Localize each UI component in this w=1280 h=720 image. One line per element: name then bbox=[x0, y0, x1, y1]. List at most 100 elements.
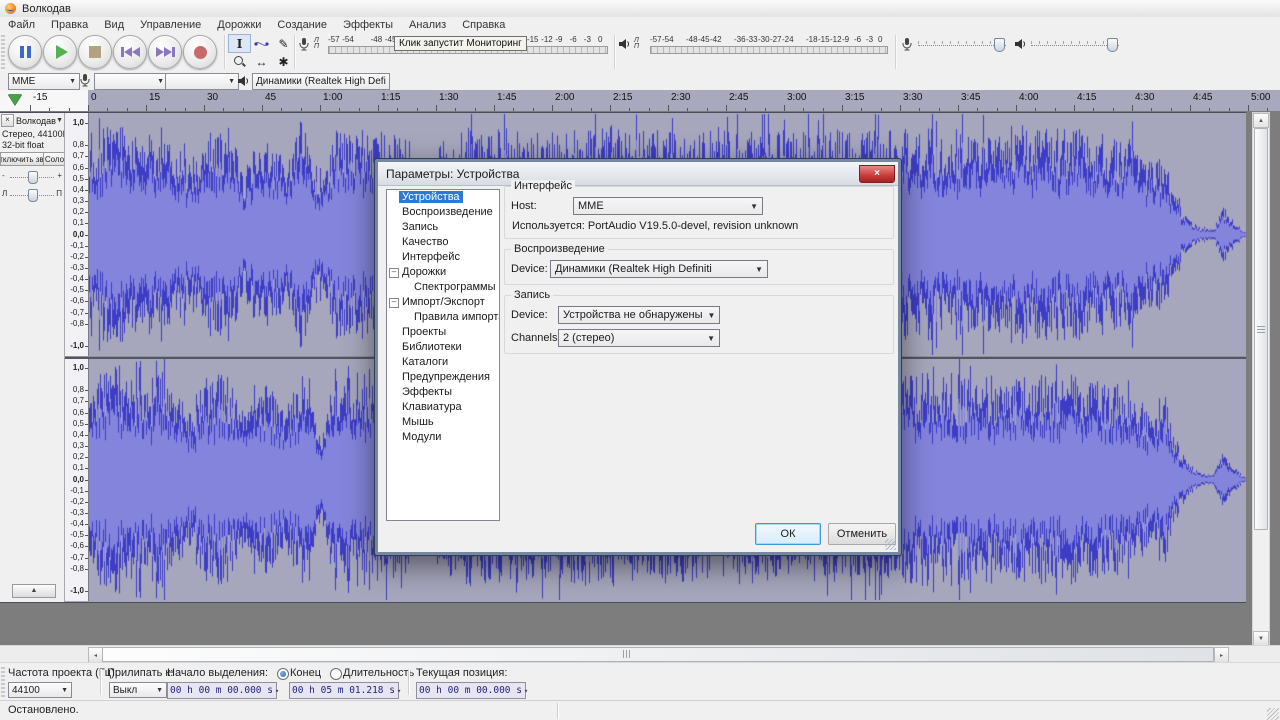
menu-item-3[interactable]: Вид bbox=[96, 17, 132, 33]
record-button[interactable] bbox=[183, 35, 217, 69]
scroll-up-arrow-icon[interactable] bbox=[1253, 113, 1269, 128]
playback-device-combobox[interactable]: Динамики (Realtek High Defi bbox=[252, 73, 390, 90]
vertical-ruler-left-channel[interactable]: 1,00,80,70,60,50,40,30,20,10,0-0,1-0,2-0… bbox=[65, 113, 89, 356]
output-volume-thumb[interactable] bbox=[1107, 38, 1118, 52]
tree-item-label[interactable]: Интерфейс bbox=[399, 251, 463, 263]
vertical-scrollbar[interactable] bbox=[1252, 112, 1270, 647]
gain-thumb[interactable] bbox=[28, 171, 38, 184]
menu-item-9[interactable]: Справка bbox=[454, 17, 513, 33]
menu-item-4[interactable]: Управление bbox=[132, 17, 209, 33]
timeline-ruler[interactable]: -1501530451:001:151:301:452:002:152:302:… bbox=[0, 90, 1280, 112]
tree-item-label[interactable]: Клавиатура bbox=[399, 401, 465, 413]
recording-device-combobox[interactable]: Устройства не обнаружены bbox=[558, 306, 720, 324]
draw-tool-button[interactable]: ✎ bbox=[272, 34, 295, 53]
track-close-button[interactable] bbox=[1, 114, 14, 127]
dialog-resize-grip[interactable] bbox=[885, 539, 896, 550]
playback-meter[interactable]: ЛП -57-54-48-45-42-36-33-30-27-24-18-15-… bbox=[616, 35, 892, 55]
snap-to-combobox[interactable]: Выкл bbox=[109, 682, 167, 698]
length-radio-label[interactable]: Длительность bbox=[343, 667, 414, 679]
tree-item-2[interactable]: Воспроизведение bbox=[387, 205, 499, 220]
current-position-field[interactable]: 00 h 00 m 00.000 s bbox=[416, 682, 526, 699]
stop-button[interactable] bbox=[78, 35, 112, 69]
project-rate-combobox[interactable]: 44100 bbox=[8, 682, 72, 698]
solo-button[interactable]: Соло bbox=[43, 152, 65, 166]
tree-item-label[interactable]: Дорожки bbox=[399, 266, 449, 278]
scroll-left-arrow-icon[interactable]: ◂ bbox=[88, 647, 103, 663]
resize-grip[interactable] bbox=[1267, 708, 1279, 720]
tree-item-7[interactable]: Спектрограммы bbox=[387, 280, 499, 295]
multi-tool-button[interactable]: ✱ bbox=[272, 52, 295, 71]
tree-item-label[interactable]: Проекты bbox=[399, 326, 449, 338]
toolbar-grip[interactable] bbox=[1, 35, 5, 69]
play-button[interactable] bbox=[43, 35, 77, 69]
tree-item-11[interactable]: Библиотеки bbox=[387, 340, 499, 355]
recording-channels-combobox[interactable] bbox=[165, 73, 239, 90]
toolbar-grip[interactable] bbox=[1, 667, 5, 697]
tree-item-label[interactable]: Качество bbox=[399, 236, 452, 248]
selection-start-field[interactable]: 00 h 00 m 00.000 s bbox=[167, 682, 277, 699]
input-volume-slider[interactable] bbox=[918, 37, 1006, 51]
timeline-pin-icon[interactable] bbox=[8, 94, 22, 105]
host-combobox[interactable]: MME bbox=[573, 197, 763, 215]
menu-item-2[interactable]: Правка bbox=[43, 17, 96, 33]
dialog-title-bar[interactable]: Параметры: Устройства bbox=[378, 162, 898, 186]
selection-tool-button[interactable]: I bbox=[228, 34, 251, 53]
menu-item-5[interactable]: Дорожки bbox=[209, 17, 269, 33]
tree-collapse-icon[interactable] bbox=[389, 268, 399, 278]
gain-slider[interactable]: - + bbox=[2, 169, 62, 184]
fast-forward-button[interactable] bbox=[148, 35, 182, 69]
timeshift-tool-button[interactable]: ↔ bbox=[250, 52, 273, 71]
menu-item-8[interactable]: Анализ bbox=[401, 17, 454, 33]
tree-item-1[interactable]: Устройства bbox=[387, 190, 499, 205]
tree-item-label[interactable]: Эффекты bbox=[399, 386, 455, 398]
tree-item-label[interactable]: Импорт/Экспорт bbox=[399, 296, 488, 308]
recording-device-combobox[interactable] bbox=[94, 73, 168, 90]
rewind-button[interactable] bbox=[113, 35, 147, 69]
end-radio[interactable] bbox=[277, 668, 289, 680]
zoom-tool-button[interactable] bbox=[228, 52, 251, 71]
tree-item-8[interactable]: Импорт/Экспорт bbox=[387, 295, 499, 310]
tree-item-label[interactable]: Правила импорта bbox=[411, 311, 500, 323]
tree-item-17[interactable]: Модули bbox=[387, 430, 499, 445]
menu-item-1[interactable]: Файл bbox=[0, 17, 43, 33]
scroll-right-arrow-icon[interactable]: ▸ bbox=[1214, 647, 1229, 663]
output-volume-slider[interactable] bbox=[1031, 37, 1119, 51]
ok-button[interactable]: ОК bbox=[755, 523, 821, 545]
tree-item-label[interactable]: Спектрограммы bbox=[411, 281, 499, 293]
tree-collapse-icon[interactable] bbox=[389, 298, 399, 308]
track-menu-caret-icon[interactable] bbox=[56, 117, 63, 124]
playback-device-combobox[interactable]: Динамики (Realtek High Definiti bbox=[550, 260, 768, 278]
tree-item-6[interactable]: Дорожки bbox=[387, 265, 499, 280]
tree-item-3[interactable]: Запись bbox=[387, 220, 499, 235]
tree-item-label[interactable]: Воспроизведение bbox=[399, 206, 496, 218]
selection-end-field[interactable]: 00 h 05 m 01.218 s bbox=[289, 682, 399, 699]
tree-item-14[interactable]: Эффекты bbox=[387, 385, 499, 400]
tree-item-5[interactable]: Интерфейс bbox=[387, 250, 499, 265]
tree-item-4[interactable]: Качество bbox=[387, 235, 499, 250]
menu-item-7[interactable]: Эффекты bbox=[335, 17, 401, 33]
tree-item-label[interactable]: Запись bbox=[399, 221, 441, 233]
tree-item-13[interactable]: Предупреждения bbox=[387, 370, 499, 385]
input-volume-thumb[interactable] bbox=[994, 38, 1005, 52]
tree-item-12[interactable]: Каталоги bbox=[387, 355, 499, 370]
vertical-scroll-thumb[interactable] bbox=[1254, 128, 1268, 530]
recording-channels-combobox[interactable]: 2 (стерео) bbox=[558, 329, 720, 347]
tree-item-label[interactable]: Модули bbox=[399, 431, 444, 443]
horizontal-scroll-thumb[interactable] bbox=[102, 647, 1214, 662]
host-combobox[interactable]: MME bbox=[8, 73, 80, 90]
tree-item-label[interactable]: Предупреждения bbox=[399, 371, 493, 383]
length-radio[interactable] bbox=[330, 668, 342, 680]
envelope-tool-button[interactable] bbox=[250, 34, 273, 53]
end-radio-label[interactable]: Конец bbox=[290, 667, 321, 679]
menu-item-6[interactable]: Создание bbox=[269, 17, 335, 33]
tree-item-16[interactable]: Мышь bbox=[387, 415, 499, 430]
tree-item-label[interactable]: Мышь bbox=[399, 416, 437, 428]
tree-item-label[interactable]: Каталоги bbox=[399, 356, 451, 368]
pan-thumb[interactable] bbox=[28, 189, 38, 202]
tree-item-15[interactable]: Клавиатура bbox=[387, 400, 499, 415]
dialog-close-button[interactable] bbox=[859, 165, 895, 183]
pause-button[interactable] bbox=[8, 35, 42, 69]
vertical-ruler-right-channel[interactable]: 1,00,80,70,60,50,40,30,20,10,0-0,1-0,2-0… bbox=[65, 358, 89, 601]
scroll-down-arrow-icon[interactable] bbox=[1253, 631, 1269, 646]
tree-item-9[interactable]: Правила импорта bbox=[387, 310, 499, 325]
